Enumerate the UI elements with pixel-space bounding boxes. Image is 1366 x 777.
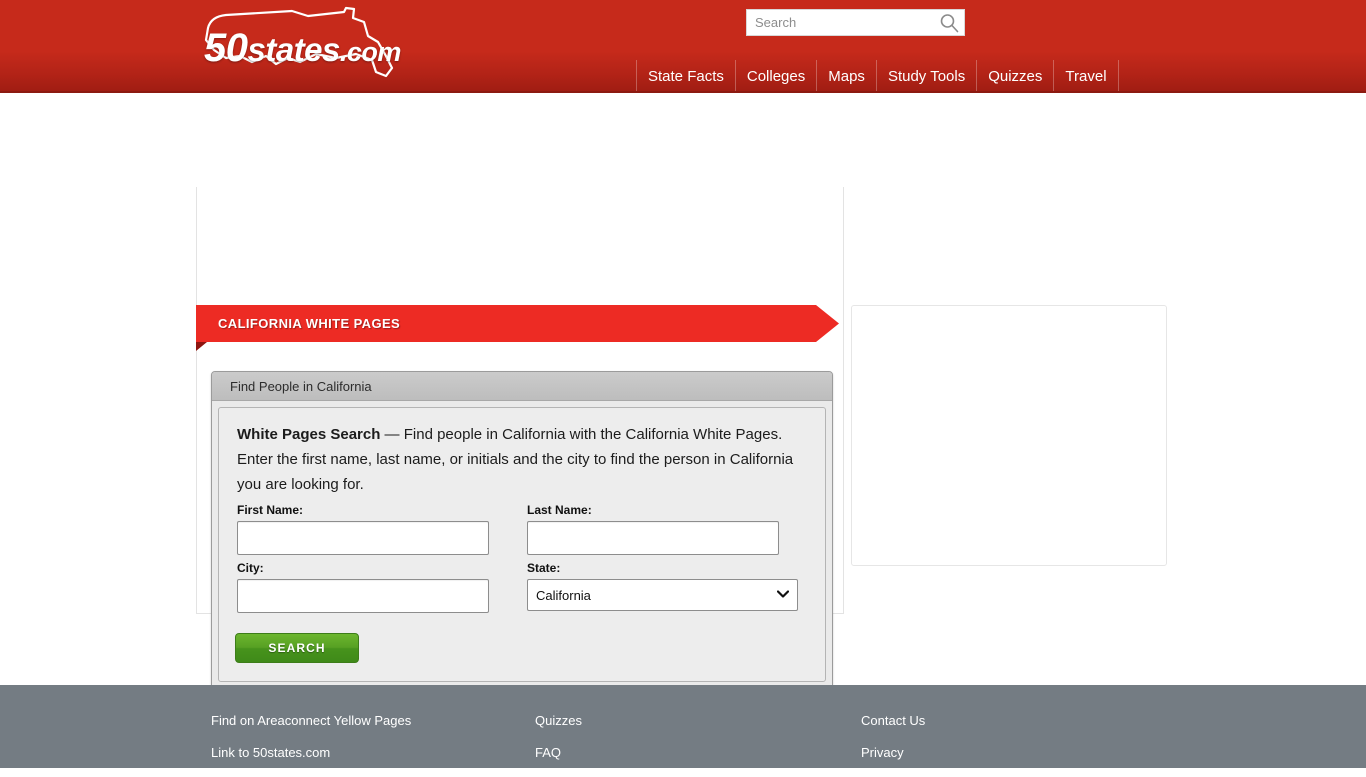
search-input[interactable] <box>747 11 927 34</box>
nav-item-colleges[interactable]: Colleges <box>734 60 816 93</box>
first-name-label: First Name: <box>237 503 304 517</box>
search-button[interactable]: SEARCH <box>235 633 359 663</box>
widget-description-lead: White Pages Search <box>237 426 381 443</box>
state-label: State: <box>527 561 561 575</box>
logo-number: 50 <box>204 26 248 70</box>
nav-item-quizzes[interactable]: Quizzes <box>976 60 1053 93</box>
page-body: CALIFORNIA WHITE PAGES Find People in Ca… <box>0 93 1366 690</box>
location-field-row: City: State: California <box>237 561 807 613</box>
nav-item-maps[interactable]: Maps <box>816 60 876 93</box>
last-name-field-group: Last Name: <box>527 503 797 555</box>
widget-header: Find People in California <box>212 372 832 401</box>
logo-word: states <box>247 31 341 68</box>
footer-link-contact-us[interactable]: Contact Us <box>861 713 925 728</box>
state-select-wrap: California <box>527 579 798 611</box>
widget-description: White Pages Search — Find people in Cali… <box>237 422 807 497</box>
main-navigation: State Facts Colleges Maps Study Tools Qu… <box>636 60 1119 93</box>
name-field-row: First Name: Last Name: <box>237 503 807 555</box>
nav-item-travel[interactable]: Travel <box>1053 60 1119 93</box>
footer-column-3: Contact Us Privacy <box>861 713 925 777</box>
nav-item-study-tools[interactable]: Study Tools <box>875 60 976 93</box>
site-footer: Find on Areaconnect Yellow Pages Link to… <box>0 685 1366 768</box>
white-pages-search-widget: Find People in California White Pages Se… <box>211 371 833 690</box>
footer-link-link-to-50states[interactable]: Link to 50states.com <box>211 745 411 760</box>
site-logo[interactable]: 50states.com <box>196 6 426 86</box>
city-field-group: City: <box>237 561 507 613</box>
first-name-input[interactable] <box>237 521 489 555</box>
footer-link-quizzes[interactable]: Quizzes <box>535 713 582 728</box>
footer-link-privacy[interactable]: Privacy <box>861 745 925 760</box>
header-search-box[interactable] <box>746 9 965 36</box>
page-title: CALIFORNIA WHITE PAGES <box>218 316 401 331</box>
logo-text: 50states.com <box>204 26 401 71</box>
widget-body: White Pages Search — Find people in Cali… <box>218 407 826 682</box>
sidebar-ad-box <box>851 305 1167 566</box>
search-submit-button[interactable] <box>939 13 959 33</box>
ribbon-fold <box>196 342 207 351</box>
state-select[interactable]: California <box>527 579 798 611</box>
footer-link-faq[interactable]: FAQ <box>535 745 582 760</box>
widget-header-title: Find People in California <box>230 378 372 394</box>
city-label: City: <box>237 561 264 575</box>
city-input[interactable] <box>237 579 489 613</box>
state-field-group: State: California <box>527 561 798 613</box>
search-icon <box>940 14 959 33</box>
footer-column-2: Quizzes FAQ <box>535 713 582 777</box>
nav-item-state-facts[interactable]: State Facts <box>636 60 735 93</box>
page-title-ribbon: CALIFORNIA WHITE PAGES <box>196 305 839 351</box>
footer-columns: Find on Areaconnect Yellow Pages Link to… <box>0 685 1366 768</box>
footer-link-areaconnect[interactable]: Find on Areaconnect Yellow Pages <box>211 713 411 728</box>
last-name-input[interactable] <box>527 521 779 555</box>
footer-column-1: Find on Areaconnect Yellow Pages Link to… <box>211 713 411 777</box>
logo-domain: .com <box>339 37 402 67</box>
first-name-field-group: First Name: <box>237 503 507 555</box>
last-name-label: Last Name: <box>527 503 592 517</box>
site-header: 50states.com State Facts Colleges Maps S… <box>0 0 1366 93</box>
